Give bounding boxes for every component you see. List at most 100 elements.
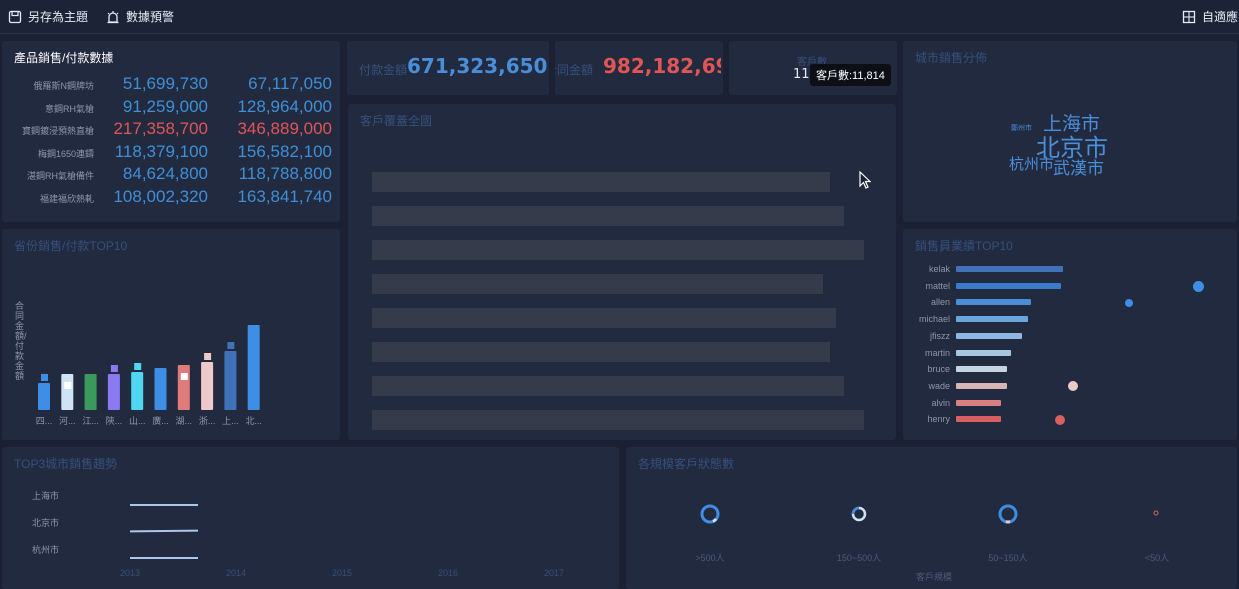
product-row: 福建福欣熱軋 108,002,320 163,841,740 xyxy=(2,187,340,209)
payment-value: 671,323,650 xyxy=(407,54,547,78)
auto-fit-button[interactable]: 自適應 xyxy=(1182,8,1238,25)
province-tick-label: 山... xyxy=(129,416,146,426)
top3-city-trend-panel: TOP3城市銷售趨勢 上海市 北京市 杭州市 2013 2014 2015 20… xyxy=(2,447,619,589)
salesperson-name: alvin xyxy=(931,397,950,408)
city-word[interactable]: 鄭州市 xyxy=(1011,123,1032,133)
salesperson-bar[interactable] xyxy=(956,349,1011,356)
save-theme-button[interactable]: 另存為主題 xyxy=(8,8,88,25)
contract-amount: 84,624,800 xyxy=(122,164,208,184)
province-tick-label: 上... xyxy=(222,416,239,426)
product-row: 俄羅斯N鋼牌坊 51,699,730 67,117,050 xyxy=(2,74,340,96)
data-alert-button[interactable]: 數據預警 xyxy=(106,8,174,25)
scatter-dot xyxy=(1193,281,1204,292)
salesperson-bar[interactable] xyxy=(956,366,1007,373)
salesperson-bar[interactable] xyxy=(956,316,1028,323)
contract-value: 982,182,690 xyxy=(603,54,721,78)
product-sales-title: 產品銷售/付款數據 xyxy=(14,51,114,65)
product-name: 意鋼RH氣槍 xyxy=(45,103,94,114)
salesperson-name: bruce xyxy=(927,364,950,375)
donut-chart[interactable] xyxy=(699,503,721,525)
province-bar[interactable] xyxy=(107,374,120,410)
province-bar[interactable] xyxy=(154,368,167,410)
trend-year-label: 2014 xyxy=(226,568,247,578)
trend-city-label: 北京市 xyxy=(32,518,60,528)
province-bar[interactable] xyxy=(131,372,144,410)
province-tick-label: 四... xyxy=(36,416,53,426)
product-row: 湛鋼RH氣槍備件 84,624,800 118,788,800 xyxy=(2,164,340,186)
province-bar-chart: 四... 河... 江... 陝... 山... 廣... 湖... 浙... 上... 北... xyxy=(36,325,262,426)
province-bar[interactable] xyxy=(38,383,50,410)
map-placeholder-bar xyxy=(372,274,823,294)
product-row: 梅鋼1650連鑄 118,379,100 156,582,100 xyxy=(2,142,340,164)
salesperson-bar[interactable] xyxy=(956,399,1001,406)
province-tick-label: 廣... xyxy=(152,415,169,426)
payment-amount: 163,841,740 xyxy=(237,187,332,206)
salesperson-name: kelak xyxy=(928,264,950,274)
contract-amount: 51,699,730 xyxy=(122,74,208,93)
customer-map-panel[interactable]: 客戶覆蓋全國 xyxy=(348,104,896,440)
map-placeholder-bar xyxy=(372,308,836,328)
province-bar[interactable] xyxy=(177,365,190,410)
province-tick-label: 北... xyxy=(245,416,262,426)
salesperson-name: wade xyxy=(928,380,950,391)
product-name: 梅鋼1650連鑄 xyxy=(37,148,94,159)
payment-marker[interactable] xyxy=(227,342,235,349)
auto-fit-label: 自適應 xyxy=(1202,10,1239,24)
city-word[interactable]: 杭州市 xyxy=(1009,153,1054,174)
trend-city-label: 上海市 xyxy=(32,491,60,501)
trend-year-label: 2015 xyxy=(332,568,353,578)
salesperson-bar[interactable] xyxy=(956,382,1007,389)
payment-kpi-panel: 付款金額 671,323,650 xyxy=(347,41,549,95)
data-alert-label: 數據預警 xyxy=(126,10,175,24)
payment-amount: 156,582,100 xyxy=(237,141,332,161)
payment-marker[interactable] xyxy=(110,365,118,372)
province-bar[interactable] xyxy=(84,374,97,410)
donut-chart[interactable] xyxy=(850,505,868,523)
province-tick-label: 河... xyxy=(59,415,76,426)
city-word[interactable]: 武漢市 xyxy=(1053,154,1104,179)
product-name: 俄羅斯N鋼牌坊 xyxy=(33,81,95,91)
province-bar[interactable] xyxy=(201,362,214,410)
product-name: 寶鋼鍍浸預熱直槍 xyxy=(21,126,94,137)
payment-marker[interactable] xyxy=(180,373,188,380)
salesperson-bar[interactable] xyxy=(956,416,1001,423)
salesperson-top10-panel: 銷售員業績TOP10 kelak mattel allen michael jfiszz… xyxy=(903,229,1237,440)
payment-amount: 346,889,000 xyxy=(237,119,332,139)
customer-scale-panel: 各規模客戶狀態數 >500人 150~500人 50~150人 <50人 客戶規… xyxy=(626,447,1237,589)
salesperson-name: martin xyxy=(924,347,950,358)
salesperson-bar[interactable] xyxy=(956,332,1022,339)
payment-marker[interactable] xyxy=(64,382,72,389)
scale-category-label: 150~500人 xyxy=(836,553,882,563)
scale-category-label: >500人 xyxy=(695,553,725,563)
top-toolbar: 另存為主題 數據預警 自適應 xyxy=(0,0,1239,34)
province-tick-label: 陝... xyxy=(106,416,123,426)
salesperson-bar[interactable] xyxy=(956,282,1061,289)
payment-marker[interactable] xyxy=(204,353,212,360)
province-bar[interactable] xyxy=(224,351,237,410)
trend-year-label: 2017 xyxy=(544,568,565,578)
trend-line-shanghai xyxy=(130,504,198,506)
alarm-icon xyxy=(107,10,119,23)
product-name: 湛鋼RH氣槍備件 xyxy=(27,171,94,182)
payment-amount: 118,788,800 xyxy=(238,164,332,184)
salesperson-bar[interactable] xyxy=(956,299,1031,306)
payment-marker[interactable] xyxy=(134,363,142,370)
contract-label: 合同金額 xyxy=(555,63,594,77)
payment-marker[interactable] xyxy=(41,374,48,381)
contract-amount: 217,358,700 xyxy=(113,119,208,139)
province-bar[interactable] xyxy=(61,374,74,410)
salesperson-top10-title: 銷售員業績TOP10 xyxy=(915,239,1013,253)
donut-chart[interactable] xyxy=(997,503,1019,525)
save-icon xyxy=(8,10,22,23)
payment-label: 付款金額 xyxy=(359,63,408,77)
salesperson-name: allen xyxy=(930,297,950,308)
salesperson-bar[interactable] xyxy=(956,266,1063,272)
province-bar[interactable] xyxy=(247,325,260,410)
contract-amount: 91,259,000 xyxy=(122,96,208,116)
map-placeholder-bar xyxy=(372,172,830,192)
trend-city-label: 杭州市 xyxy=(32,545,60,555)
grid-icon xyxy=(1182,10,1196,23)
salesperson-name: michael xyxy=(918,314,950,325)
product-row: 寶鋼鍍浸預熱直槍 217,358,700 346,889,000 xyxy=(2,119,340,141)
donut-chart[interactable] xyxy=(1152,509,1160,517)
